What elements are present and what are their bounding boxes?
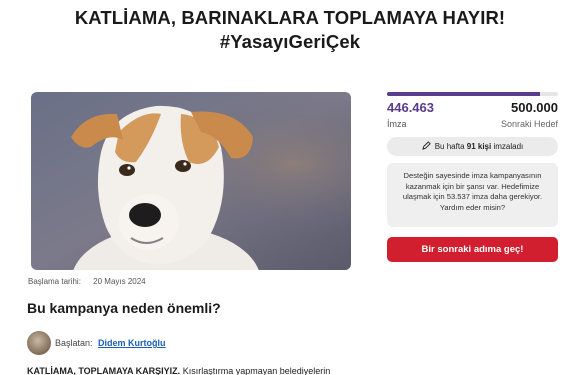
description-bold: KATLİAMA, TOPLAMAYA KARŞIYIZ. xyxy=(27,366,181,375)
avatar[interactable] xyxy=(27,331,51,355)
start-date: Başlama tarihi: 20 Mayıs 2024 xyxy=(28,277,146,286)
weekly-signatures-badge: Bu hafta 91 kişi imzaladı xyxy=(387,137,558,156)
campaign-hashtag: #YasayıGeriÇek xyxy=(219,31,361,52)
signature-progress-bar xyxy=(387,92,558,96)
starter-prefix: Başlatan: xyxy=(55,338,93,348)
signature-goal: 500.000 xyxy=(511,100,558,115)
campaign-title-line1: KATLİAMA, BARINAKLARA TOPLAMAYA HAYIR! xyxy=(74,7,506,28)
signature-count-label: İmza xyxy=(387,119,407,129)
pen-icon xyxy=(421,141,431,152)
signature-count: 446.463 xyxy=(387,100,434,115)
description-text: Kısırlaştırma yapmayan belediyelerin xyxy=(180,366,331,375)
section-heading: Bu kampanya neden önemli? xyxy=(27,300,221,316)
signature-goal-label: Sonraki Hedef xyxy=(500,119,558,129)
signature-progress-fill xyxy=(387,92,540,96)
dog-photo xyxy=(31,92,351,270)
campaign-description: KATLİAMA, TOPLAMAYA KARŞIYIZ. Kısırlaştı… xyxy=(27,366,330,375)
weekly-suffix: imzaladı xyxy=(493,142,524,151)
next-step-button[interactable]: Bir sonraki adıma geç! xyxy=(387,237,558,262)
start-date-label: Başlama tarihi: xyxy=(28,277,81,286)
weekly-prefix: Bu hafta xyxy=(434,142,465,151)
support-info-box: Desteğin sayesinde imza kampanyasının ka… xyxy=(387,163,558,227)
campaign-hero-image xyxy=(31,92,351,270)
start-date-value: 20 Mayıs 2024 xyxy=(93,277,146,286)
weekly-count: 91 kişi xyxy=(466,142,492,151)
campaign-starter: Başlatan: Didem Kurtoğlu xyxy=(27,331,166,355)
starter-name-link[interactable]: Didem Kurtoğlu xyxy=(98,338,166,348)
campaign-title: KATLİAMA, BARINAKLARA TOPLAMAYA HAYIR! #… xyxy=(0,6,580,54)
support-info-text: Desteğin sayesinde imza kampanyasının ka… xyxy=(402,171,543,212)
